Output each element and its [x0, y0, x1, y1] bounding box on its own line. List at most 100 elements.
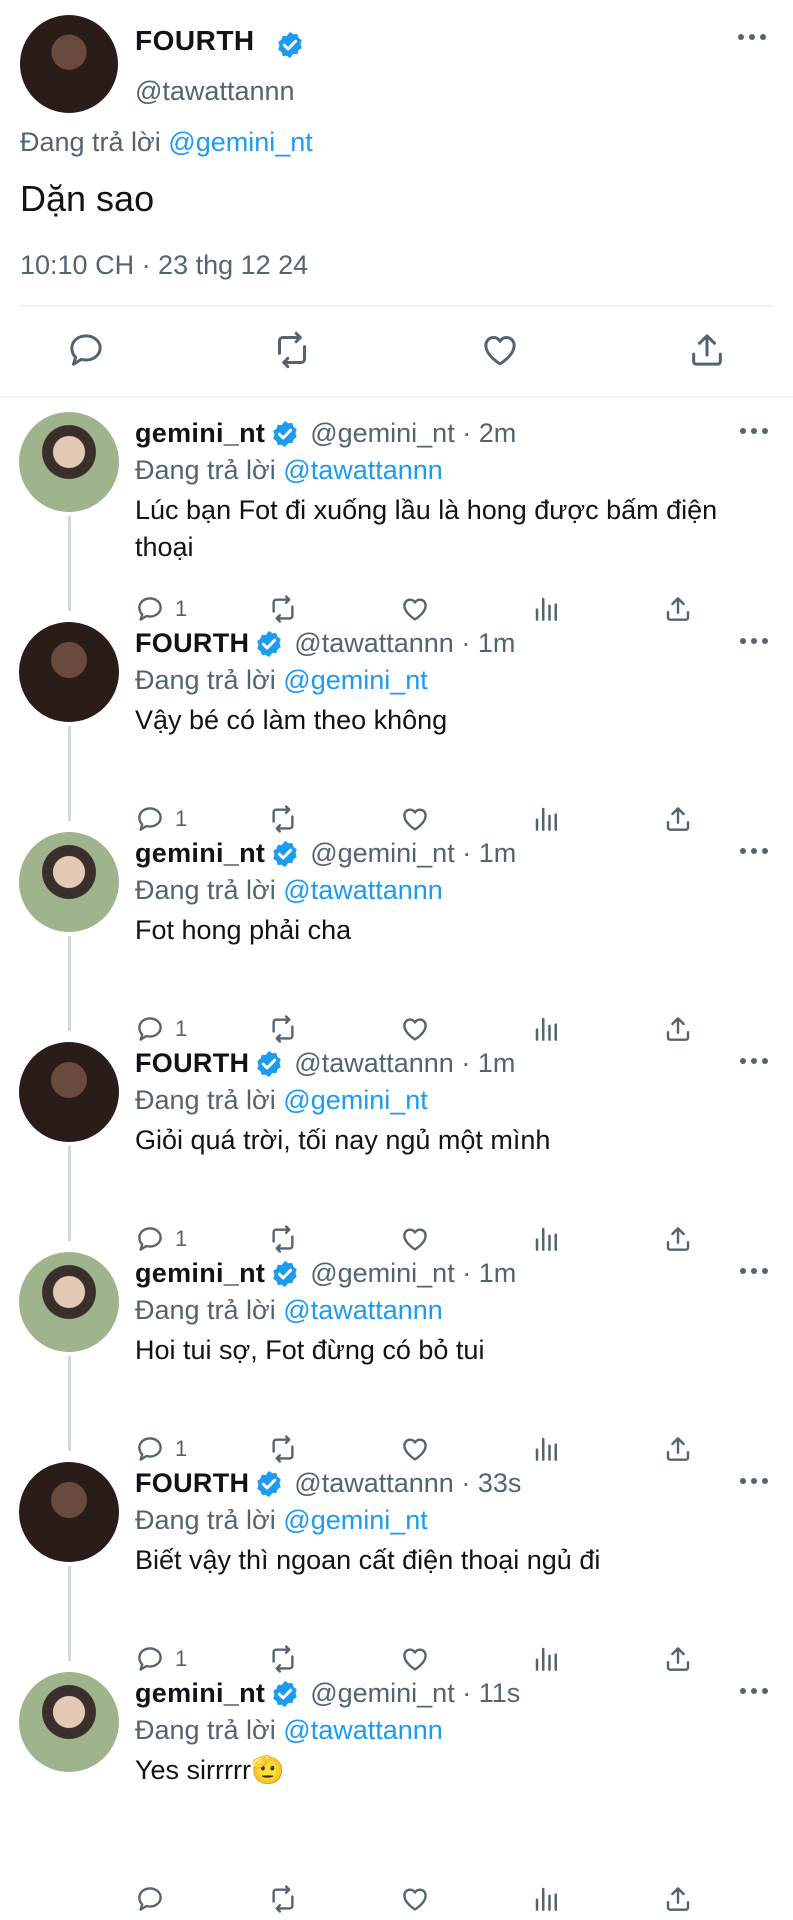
avatar[interactable]: [19, 622, 119, 722]
reply-header: FOURTH @tawattannn · 1m: [135, 1048, 515, 1079]
author-name[interactable]: FOURTH: [135, 628, 249, 659]
separator-dot: ·: [453, 1048, 478, 1078]
reply-tweet[interactable]: FOURTH @tawattannn · 1m Đang trả lời @ge…: [0, 610, 793, 833]
author-handle[interactable]: @gemini_nt: [310, 1258, 454, 1289]
reply-text: Biết vậy thì ngoan cất điện thoại ngủ đi: [135, 1545, 601, 1575]
separator-dot: ·: [454, 838, 479, 868]
verified-badge-icon: [270, 1679, 300, 1709]
author-handle[interactable]: @tawattannn: [294, 1048, 454, 1079]
reply-text: Hoi tui sợ, Fot đừng có bỏ tui: [135, 1335, 485, 1365]
retweet-icon[interactable]: [272, 330, 312, 370]
author-handle[interactable]: @tawattannn: [294, 628, 454, 659]
author-name[interactable]: gemini_nt: [135, 1678, 265, 1709]
reply-time[interactable]: 1m: [479, 1258, 517, 1289]
more-options-icon[interactable]: [740, 1688, 768, 1694]
reply-time[interactable]: 1m: [478, 628, 516, 659]
more-options-icon[interactable]: [740, 848, 768, 854]
author-name[interactable]: gemini_nt: [135, 418, 265, 449]
separator-dot: ·: [454, 418, 479, 448]
reply-tweet[interactable]: gemini_nt @gemini_nt · 1m Đang trả lời @…: [0, 820, 793, 1043]
more-options-icon[interactable]: [740, 1058, 768, 1064]
more-options-icon[interactable]: [738, 34, 766, 40]
reply-text: Vậy bé có làm theo không: [135, 705, 448, 735]
reply-time[interactable]: 1m: [478, 1048, 516, 1079]
author-name[interactable]: FOURTH: [135, 25, 255, 57]
tweet-text: Dặn sao: [20, 178, 155, 219]
author-name[interactable]: gemini_nt: [135, 838, 265, 869]
author-handle[interactable]: @gemini_nt: [310, 418, 454, 449]
divider: [20, 305, 773, 307]
replying-to-label: Đang trả lời: [135, 1505, 276, 1535]
replying-to: Đang trả lời @tawattannn: [135, 1295, 443, 1326]
reply-time[interactable]: 1m: [479, 838, 517, 869]
reply-time[interactable]: 2m: [479, 418, 517, 449]
replying-to-link[interactable]: @tawattannn: [283, 455, 443, 485]
replying-to: Đang trả lời @tawattannn: [135, 455, 443, 486]
reply-time[interactable]: 11s: [479, 1678, 521, 1709]
avatar[interactable]: [20, 15, 118, 113]
replying-to: Đang trả lời @gemini_nt: [135, 1085, 428, 1116]
more-options-icon[interactable]: [740, 1478, 768, 1484]
replying-to-label: Đang trả lời: [135, 1715, 276, 1745]
replying-to: Đang trả lời @gemini_nt: [135, 665, 428, 696]
replying-to: Đang trả lời @gemini_nt: [20, 127, 313, 158]
author-handle[interactable]: @gemini_nt: [310, 1678, 454, 1709]
verified-badge-icon: [254, 1469, 284, 1499]
verified-badge-icon: [254, 1049, 284, 1079]
replying-to-link[interactable]: @gemini_nt: [283, 665, 427, 695]
replying-to-label: Đang trả lời: [135, 1295, 276, 1325]
avatar[interactable]: [19, 1042, 119, 1142]
replying-to-label: Đang trả lời: [135, 665, 276, 695]
reply-icon[interactable]: [66, 330, 106, 370]
like-icon[interactable]: [400, 1884, 430, 1914]
author-handle[interactable]: @tawattannn: [294, 1468, 454, 1499]
separator-dot: ·: [454, 1258, 479, 1288]
separator-dot: ·: [454, 1678, 479, 1708]
verified-badge-icon: [275, 30, 305, 60]
main-tweet: FOURTH @tawattannn Đang trả lời @gemini_…: [0, 0, 793, 398]
reply-header: gemini_nt @gemini_nt · 2m: [135, 418, 516, 449]
reply-tweet[interactable]: gemini_nt @gemini_nt · 1m Đang trả lời @…: [0, 1240, 793, 1463]
reply-time[interactable]: 33s: [478, 1468, 522, 1499]
replying-to-link[interactable]: @gemini_nt: [283, 1505, 427, 1535]
author-name[interactable]: FOURTH: [135, 1048, 249, 1079]
more-options-icon[interactable]: [740, 638, 768, 644]
author-handle[interactable]: @gemini_nt: [310, 838, 454, 869]
replying-to-link[interactable]: @tawattannn: [283, 875, 443, 905]
author-handle[interactable]: @tawattannn: [135, 76, 295, 107]
reply-tweet[interactable]: FOURTH @tawattannn · 33s Đang trả lời @g…: [0, 1450, 793, 1673]
reply-tweet[interactable]: gemini_nt @gemini_nt · 2m Đang trả lời @…: [0, 400, 793, 623]
avatar[interactable]: [19, 1462, 119, 1562]
reply-header: gemini_nt @gemini_nt · 11s: [135, 1678, 520, 1709]
views-icon[interactable]: [532, 1884, 562, 1914]
replying-to-link[interactable]: @tawattannn: [283, 1715, 443, 1745]
tweet-timestamp[interactable]: 10:10 CH · 23 thg 12 24: [20, 250, 308, 281]
like-icon[interactable]: [480, 330, 520, 370]
replying-to-link[interactable]: @tawattannn: [283, 1295, 443, 1325]
author-name[interactable]: FOURTH: [135, 1468, 249, 1499]
avatar[interactable]: [19, 1252, 119, 1352]
replying-to-link[interactable]: @gemini_nt: [168, 127, 312, 157]
avatar[interactable]: [19, 1672, 119, 1772]
reply-header: gemini_nt @gemini_nt · 1m: [135, 838, 516, 869]
replying-to-link[interactable]: @gemini_nt: [283, 1085, 427, 1115]
more-options-icon[interactable]: [740, 428, 768, 434]
reply-tweet[interactable]: gemini_nt @gemini_nt · 11s Đang trả lời …: [0, 1660, 793, 1913]
replying-to-label: Đang trả lời: [135, 1085, 276, 1115]
more-options-icon[interactable]: [740, 1268, 768, 1274]
share-icon[interactable]: [663, 1884, 693, 1914]
verified-badge-icon: [270, 839, 300, 869]
reply-tweet[interactable]: FOURTH @tawattannn · 1m Đang trả lời @ge…: [0, 1030, 793, 1253]
reply-icon[interactable]: [135, 1884, 165, 1914]
avatar[interactable]: [19, 832, 119, 932]
reply-actions: [0, 1884, 793, 1918]
retweet-icon[interactable]: [268, 1884, 298, 1914]
author-name[interactable]: gemini_nt: [135, 1258, 265, 1289]
avatar[interactable]: [19, 412, 119, 512]
replying-to-label: Đang trả lời: [135, 875, 276, 905]
reply-text: Yes sirrrrr🫡: [135, 1755, 285, 1785]
reply-header: FOURTH @tawattannn · 1m: [135, 628, 515, 659]
separator-dot: ·: [453, 628, 478, 658]
tweet-actions: [0, 330, 793, 378]
share-icon[interactable]: [687, 330, 727, 370]
